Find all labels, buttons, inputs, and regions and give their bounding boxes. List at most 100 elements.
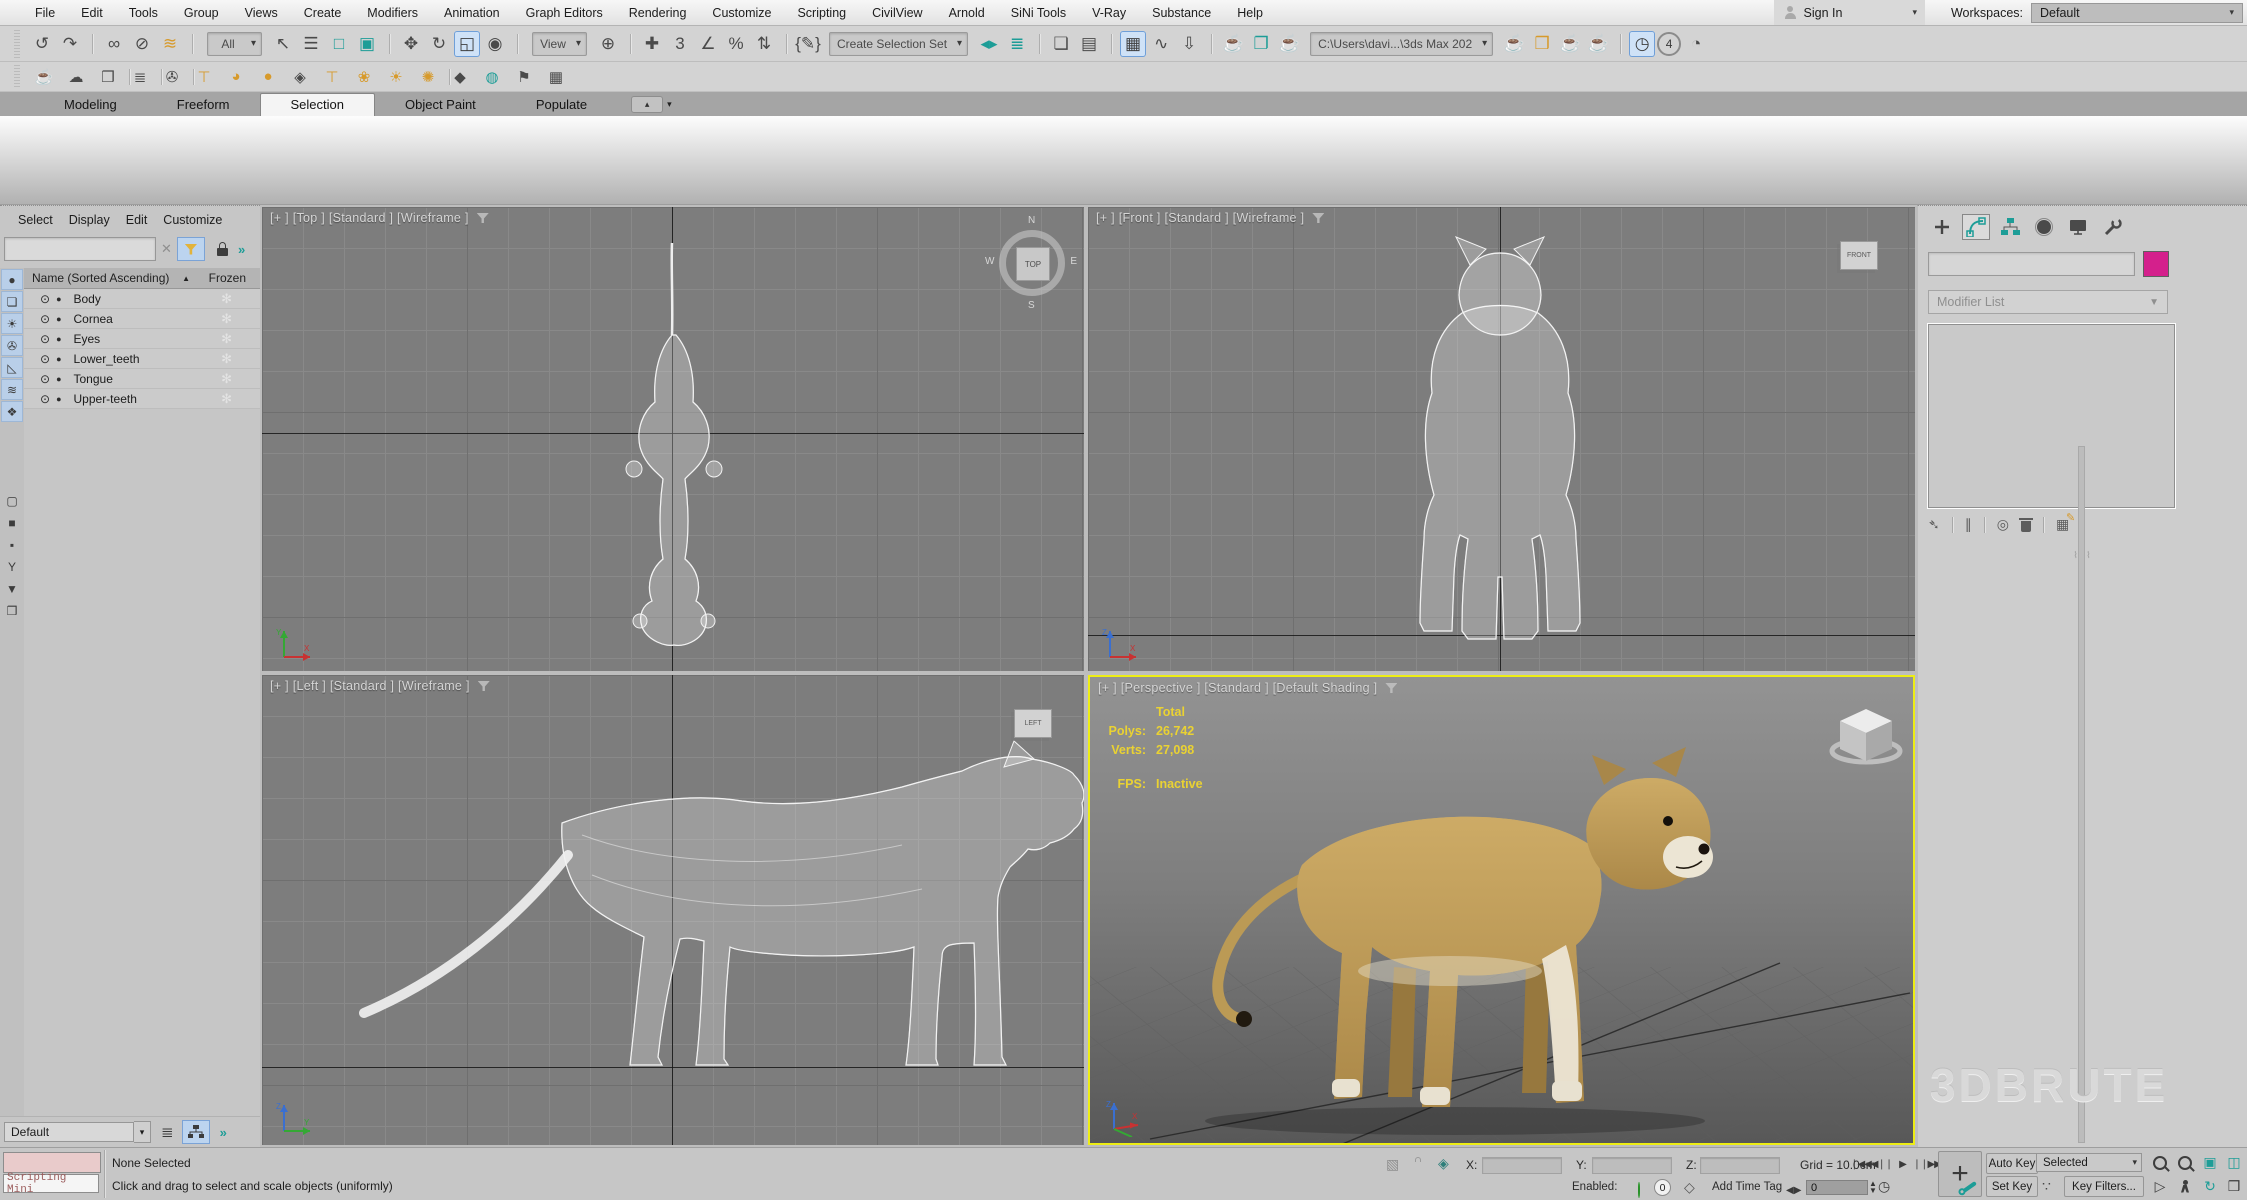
object-name-field[interactable] [1928, 252, 2135, 276]
explorer-menu-item[interactable]: Display [61, 213, 118, 227]
menu-item[interactable]: Substance [1139, 0, 1224, 25]
hierarchy-tab[interactable] [1996, 214, 2024, 240]
save-scene-icon[interactable]: ☕ [1557, 31, 1583, 57]
transform-gizmo-icon[interactable]: ◈ [1438, 1155, 1449, 1172]
configure-modifier-sets-icon[interactable]: ▦✎ [2056, 516, 2069, 533]
plane-light-icon[interactable]: ⊤ [192, 66, 216, 88]
frozen-snowflake-icon[interactable]: ✻ [221, 331, 232, 347]
material-editor-icon[interactable]: ▦ [1120, 31, 1146, 57]
modifier-stack[interactable] [1928, 324, 2175, 508]
viewcube-face[interactable]: FRONT [1840, 241, 1878, 270]
create-tab[interactable] [1928, 214, 1956, 240]
list-header[interactable]: Name (Sorted Ascending) ▲ Frozen [24, 268, 260, 289]
isolate-selection-icon[interactable]: ▧ [1386, 1156, 1399, 1173]
menu-item[interactable]: Scripting [784, 0, 859, 25]
time-configuration-icon[interactable]: ◷ [1878, 1178, 1890, 1195]
viewport-label[interactable]: [+ ] [Front ] [Standard ] [Wireframe ] [1096, 211, 1324, 225]
edit-named-selection-sets-icon[interactable]: {✎} [795, 31, 821, 57]
object-color-swatch[interactable] [2143, 251, 2169, 277]
Object Paint[interactable]: Object Paint [375, 94, 506, 116]
filter-cameras-icon[interactable]: ✇ [1, 335, 23, 356]
filter-folder-icon[interactable]: ❒ [1, 600, 23, 621]
visibility-eye-icon[interactable]: ⊙ [40, 332, 50, 346]
geosphere-icon[interactable]: ◈ [288, 66, 312, 88]
rectangular-selection-region-icon[interactable]: □ [326, 31, 352, 57]
menu-item[interactable]: Arnold [936, 0, 998, 25]
sphere-light-icon[interactable]: ● [256, 66, 280, 88]
go-to-start-button[interactable]: ❘◀◀ [1850, 1154, 1871, 1174]
menu-item[interactable]: File [22, 0, 68, 25]
frame-step-arrows[interactable]: ◀▶ [1786, 1180, 1801, 1200]
sun-light-icon[interactable]: ☀ [384, 66, 408, 88]
percent-snap-icon[interactable]: % [723, 31, 749, 57]
mirror-icon[interactable]: ◂▸ [976, 31, 1002, 57]
zoom-extents-icon[interactable]: ▣ [2198, 1151, 2222, 1174]
mesh-light-icon[interactable]: ❀ [352, 66, 376, 88]
object-list-row[interactable]: ⊙ ● Tongue ✻ [24, 369, 260, 389]
next-frame-button[interactable]: ❘❘▶ [1913, 1154, 1934, 1174]
undo-icon[interactable]: ↺ [29, 31, 55, 57]
filter-lights-icon[interactable]: ☀ [1, 313, 23, 334]
visibility-eye-icon[interactable]: ⊙ [40, 372, 50, 386]
named-selection-set-dropdown[interactable]: Create Selection Set [829, 32, 968, 56]
motion-tab[interactable] [2030, 214, 2058, 240]
auto-key-button[interactable]: Auto Key [1986, 1153, 2038, 1174]
scripting-mini-box[interactable]: Scripting Mini [3, 1174, 99, 1193]
y-coordinate-field[interactable] [1592, 1157, 1672, 1174]
select-and-rotate-icon[interactable]: ↻ [426, 31, 452, 57]
mute-count-badge[interactable]: 0 [1654, 1179, 1671, 1196]
funnel-icon[interactable] [477, 213, 489, 223]
make-unique-icon[interactable]: ◎ [1997, 516, 2009, 533]
key-filters-button[interactable]: Key Filters... [2064, 1176, 2144, 1197]
use-pivot-point-icon[interactable]: ⊕ [595, 31, 621, 57]
menu-item[interactable]: Help [1224, 0, 1276, 25]
set-key-button[interactable]: Set Key [1986, 1176, 2038, 1197]
filter-funnel-icon[interactable]: ▼ [1, 578, 23, 599]
explorer-menu-item[interactable]: Customize [155, 213, 230, 227]
field-of-view-icon[interactable]: ▷ [2148, 1175, 2172, 1198]
current-frame-field[interactable]: 0 [1806, 1180, 1868, 1195]
angle-snap-icon[interactable]: ∠ [695, 31, 721, 57]
active-layer-dropdown[interactable]: Default [4, 1122, 134, 1142]
funnel-icon[interactable] [1385, 683, 1397, 693]
selection-filter-dropdown[interactable]: All [207, 32, 262, 56]
workspace-dropdown[interactable]: Default ▾ [2031, 3, 2243, 23]
layer-explorer-icon[interactable]: ▤ [1076, 31, 1102, 57]
unlink-selection-icon[interactable]: ⊘ [129, 31, 155, 57]
frozen-column-header[interactable]: Frozen [209, 271, 246, 285]
chevron-down-icon[interactable]: ▾ [134, 1121, 151, 1143]
name-column-header[interactable]: Name (Sorted Ascending) [32, 271, 169, 285]
select-object-icon[interactable]: ↖ [270, 31, 296, 57]
snap-toggle-3d-icon[interactable]: 3 [667, 31, 693, 57]
menu-item[interactable]: Modifiers [354, 0, 431, 25]
scene-explorer-icon[interactable]: ❏ [1048, 31, 1074, 57]
select-and-scale-icon[interactable]: ◱ [454, 31, 480, 57]
frozen-snowflake-icon[interactable]: ✻ [221, 291, 232, 307]
visibility-eye-icon[interactable]: ⊙ [40, 312, 50, 326]
camera-icon[interactable]: ✇ [160, 66, 184, 88]
show-end-result-icon[interactable]: ∥ [1965, 516, 1972, 533]
object-list-row[interactable]: ⊙ ● Upper-teeth ✻ [24, 389, 260, 409]
teapot-icon[interactable]: ☕ [32, 66, 56, 88]
play-button[interactable]: ▶ [1892, 1154, 1913, 1174]
object-list-row[interactable]: ⊙ ● Cornea ✻ [24, 309, 260, 329]
render-presets-icon[interactable]: ☕ [1501, 31, 1527, 57]
x-coordinate-field[interactable] [1482, 1157, 1562, 1174]
z-coordinate-field[interactable] [1700, 1157, 1780, 1174]
project-folder-dropdown[interactable]: C:\Users\davi...\3ds Max 202 [1310, 32, 1493, 56]
frame-spinner[interactable]: ▲▼ [1869, 1180, 1877, 1194]
frozen-snowflake-icon[interactable]: ✻ [221, 311, 232, 327]
layer-list-icon[interactable]: ≣ [128, 66, 152, 88]
window-crossing-icon[interactable]: ▣ [354, 31, 380, 57]
sign-in-button[interactable]: Sign In ▾ [1774, 0, 1925, 25]
clear-search-icon[interactable]: ✕ [161, 241, 172, 257]
align-icon[interactable]: ≣ [1004, 31, 1030, 57]
maximize-viewport-icon[interactable]: ❒ [2222, 1175, 2246, 1198]
explorer-menu-item[interactable]: Edit [118, 213, 156, 227]
select-and-place-icon[interactable]: ◉ [482, 31, 508, 57]
overflow-chevrons[interactable]: » [220, 1125, 227, 1140]
viewport-left[interactable]: [+ ] [Left ] [Standard ] [Wireframe ] LE… [262, 675, 1084, 1145]
cube-3d-icon[interactable]: ◆ [448, 66, 472, 88]
grid-array-icon[interactable]: ▦ [544, 66, 568, 88]
bind-to-space-warp-icon[interactable]: ≋ [157, 31, 183, 57]
